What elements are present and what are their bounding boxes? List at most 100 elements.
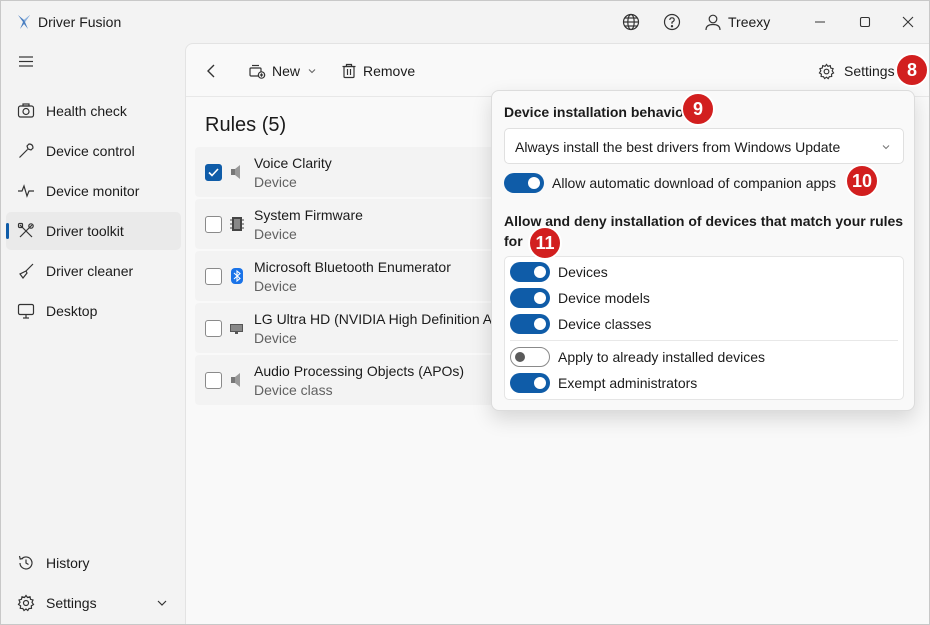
rule-row[interactable]: System Firmware Device	[195, 199, 515, 249]
minimize-button[interactable]	[797, 1, 843, 43]
chevron-down-icon	[157, 600, 167, 606]
rule-name: Audio Processing Objects (APOs)	[254, 363, 465, 379]
sidebar-item-history[interactable]: History	[6, 544, 181, 582]
sidebar-item-desktop[interactable]: Desktop	[6, 292, 181, 330]
new-button[interactable]: New	[248, 58, 317, 84]
sidebar-item-device-monitor[interactable]: Device monitor	[6, 172, 181, 210]
speaker-icon	[231, 165, 240, 179]
maximize-button[interactable]	[842, 1, 888, 43]
sidebar-item-settings[interactable]: Settings	[6, 584, 181, 622]
sidebar-item-label: History	[46, 555, 90, 571]
history-icon	[18, 555, 33, 570]
close-button[interactable]	[885, 1, 929, 43]
new-rule-icon	[249, 64, 266, 79]
hamburger-menu-icon[interactable]	[13, 51, 41, 73]
rule-checkbox[interactable]	[205, 372, 222, 389]
match-toggles-group: Devices Device models Device classes App…	[504, 256, 904, 400]
match-heading: Allow and deny installation of devices t…	[504, 213, 904, 229]
wrench-icon	[19, 143, 34, 158]
sidebar-item-device-control[interactable]: Device control	[6, 132, 181, 170]
rule-checkbox[interactable]	[205, 216, 222, 233]
rule-name: System Firmware	[254, 207, 363, 223]
callout-badge-8: 8	[895, 53, 929, 87]
close-icon	[902, 16, 914, 28]
sidebar-item-driver-cleaner[interactable]: Driver cleaner	[6, 252, 181, 290]
trash-icon	[342, 63, 356, 79]
maximize-icon	[859, 16, 871, 28]
device-classes-toggle[interactable]	[510, 314, 550, 334]
rule-name: Microsoft Bluetooth Enumerator	[254, 259, 451, 275]
rule-checkbox[interactable]	[205, 268, 222, 285]
sidebar-item-label: Health check	[46, 103, 127, 119]
behavior-dropdown[interactable]: Always install the best drivers from Win…	[504, 128, 904, 164]
settings-button[interactable]: Settings	[818, 58, 895, 84]
chip-icon	[230, 217, 244, 231]
gear-icon	[818, 62, 835, 79]
device-models-toggle-label: Device models	[558, 290, 650, 306]
rule-checkbox[interactable]	[205, 164, 222, 181]
active-indicator	[6, 223, 9, 239]
user-name[interactable]: Treexy	[728, 14, 770, 30]
help-icon[interactable]	[662, 12, 682, 32]
apply-installed-toggle-label: Apply to already installed devices	[558, 349, 766, 365]
companion-apps-toggle[interactable]	[504, 173, 544, 193]
callout-badge-10: 10	[845, 164, 879, 198]
new-button-label: New	[272, 63, 301, 79]
tools-icon	[17, 222, 34, 238]
sidebar-item-label: Settings	[46, 595, 97, 611]
sidebar-item-health-check[interactable]: Health check	[6, 92, 181, 130]
exempt-admins-toggle-label: Exempt administrators	[558, 375, 698, 391]
sidebar-item-driver-toolkit[interactable]: Driver toolkit	[6, 212, 181, 250]
driver-fusion-logo-icon	[18, 15, 30, 29]
apply-installed-toggle[interactable]	[510, 347, 550, 367]
rule-row[interactable]: Audio Processing Objects (APOs) Device c…	[195, 355, 515, 405]
remove-button[interactable]: Remove	[341, 58, 415, 84]
back-arrow-icon	[207, 64, 215, 78]
devices-toggle[interactable]	[510, 262, 550, 282]
globe-icon[interactable]	[621, 12, 641, 32]
device-classes-toggle-label: Device classes	[558, 316, 652, 332]
user-icon[interactable]	[703, 12, 723, 32]
title-bar: Driver Fusion Treexy	[1, 1, 929, 43]
rule-checkbox[interactable]	[205, 320, 222, 337]
behavior-heading: Device installation behavior	[504, 104, 690, 120]
pulse-icon	[18, 184, 34, 198]
companion-apps-label: Allow automatic download of companion ap…	[552, 175, 837, 191]
rule-row[interactable]: LG Ultra HD (NVIDIA High Definition A De…	[195, 303, 515, 353]
match-heading-continued: for	[504, 233, 523, 249]
speaker-icon	[231, 373, 240, 387]
sidebar-item-label: Desktop	[46, 303, 98, 319]
minimize-icon	[815, 21, 825, 23]
monitor-icon	[17, 303, 35, 319]
sidebar-item-label: Device monitor	[46, 183, 140, 199]
back-button[interactable]	[204, 58, 220, 84]
device-models-toggle[interactable]	[510, 288, 550, 308]
callout-badge-9: 9	[681, 92, 715, 126]
rule-name: LG Ultra HD (NVIDIA High Definition A	[254, 311, 493, 327]
sidebar-item-label: Driver cleaner	[46, 263, 134, 279]
rule-type: Device	[254, 278, 297, 294]
sidebar-item-label: Device control	[46, 143, 135, 159]
behavior-dropdown-value: Always install the best drivers from Win…	[515, 139, 841, 155]
divider	[510, 340, 898, 341]
rule-row[interactable]: Microsoft Bluetooth Enumerator Device	[195, 251, 515, 301]
rule-type: Device class	[254, 382, 333, 398]
rule-row[interactable]: Voice Clarity Device	[195, 147, 515, 197]
settings-button-label: Settings	[844, 63, 895, 79]
exempt-admins-toggle[interactable]	[510, 373, 550, 393]
sidebar-item-label: Driver toolkit	[46, 223, 124, 239]
checkmark-icon	[208, 168, 219, 177]
gear-icon	[17, 594, 35, 612]
app-title: Driver Fusion	[38, 14, 122, 30]
rules-title: Rules (5)	[205, 114, 287, 136]
app-window: Driver Fusion Treexy Health check Device…	[0, 0, 930, 625]
broom-icon	[19, 263, 34, 279]
devices-toggle-label: Devices	[558, 264, 608, 280]
camera-icon	[17, 103, 35, 118]
rule-type: Device	[254, 330, 297, 346]
rule-name: Voice Clarity	[254, 155, 332, 171]
display-icon	[230, 324, 243, 334]
remove-button-label: Remove	[363, 63, 416, 79]
bluetooth-icon	[231, 268, 243, 284]
chevron-down-icon	[882, 145, 890, 150]
